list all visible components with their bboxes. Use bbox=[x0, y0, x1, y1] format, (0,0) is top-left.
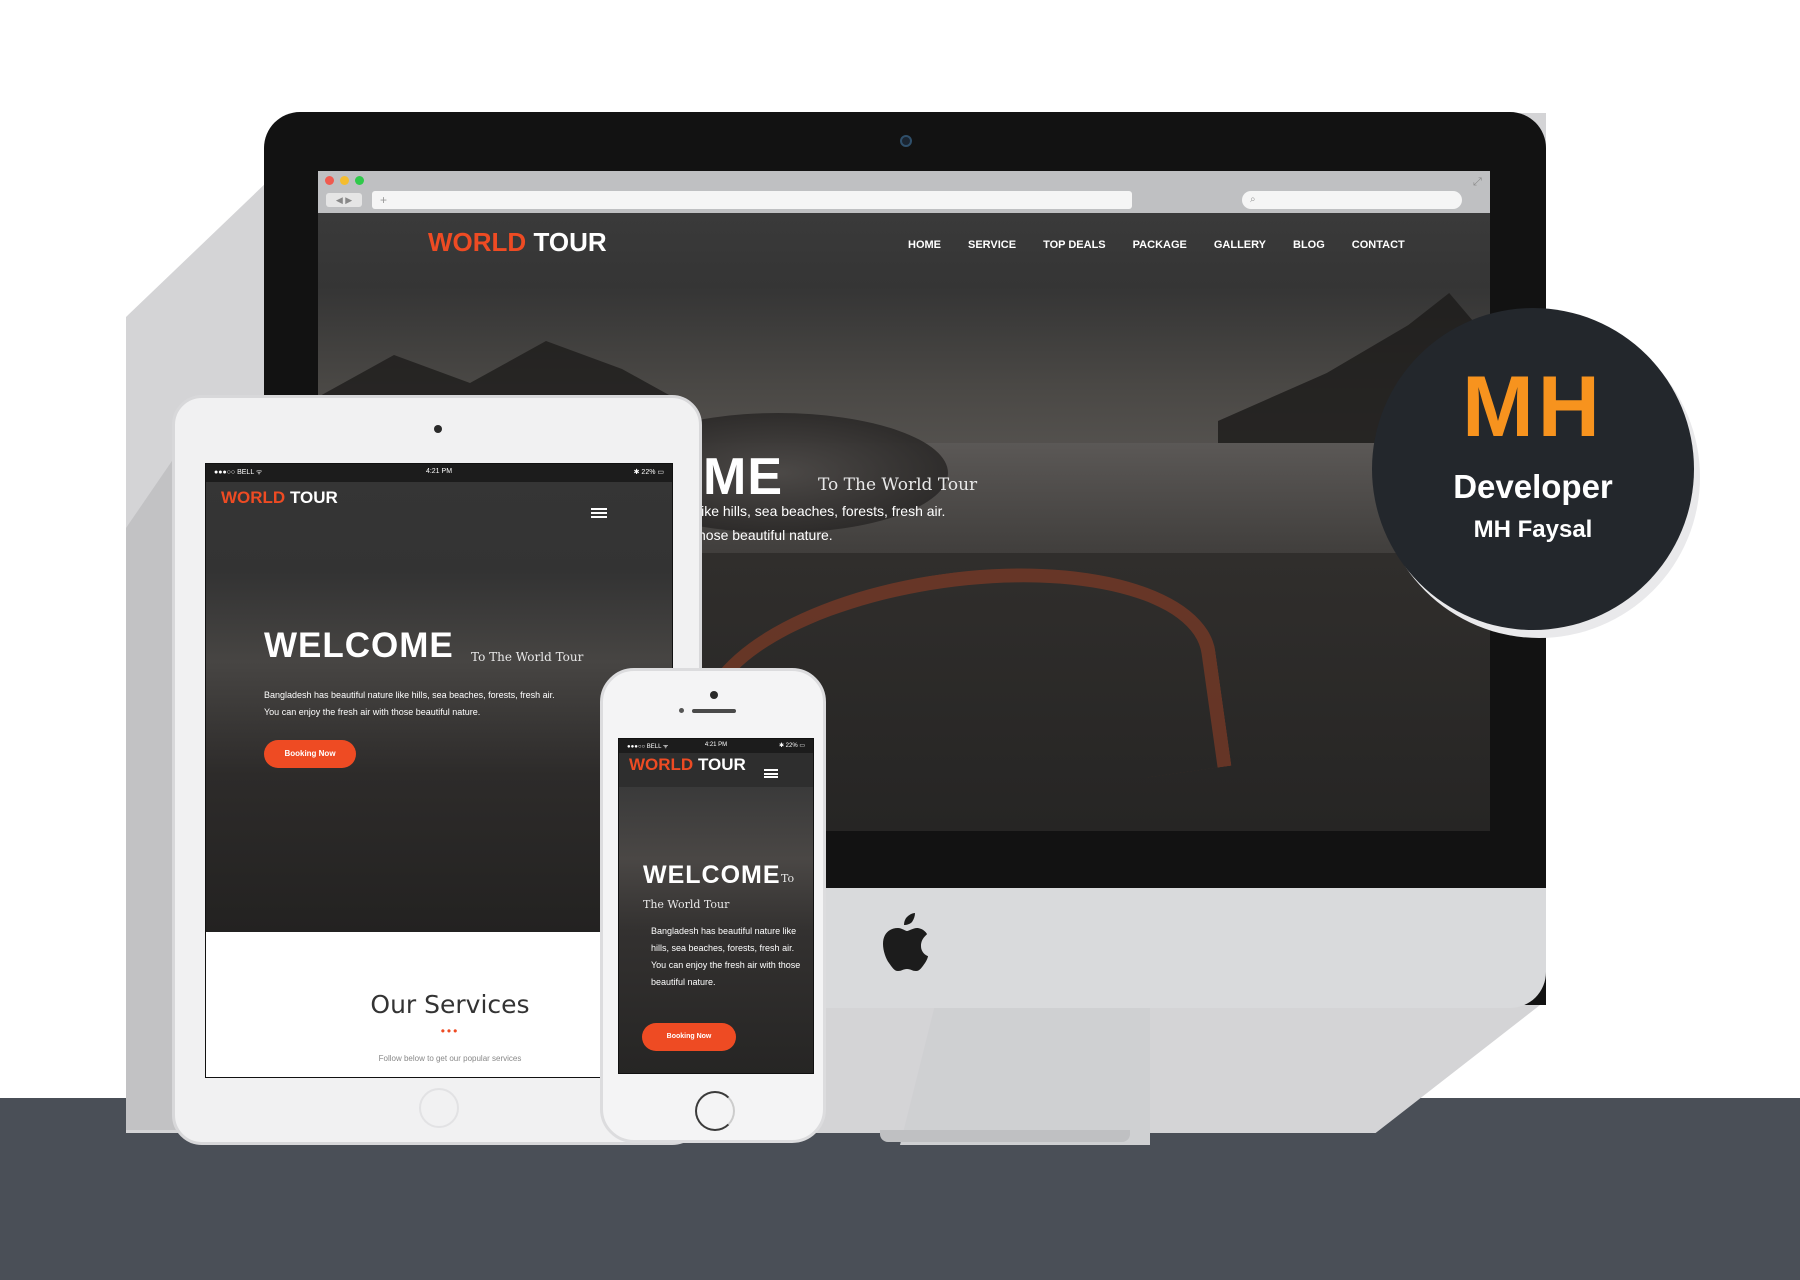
nav-contact[interactable]: CONTACT bbox=[1352, 239, 1405, 251]
address-bar[interactable]: + bbox=[372, 191, 1132, 209]
tablet-hero-line-1: Bangladesh has beautiful nature like hil… bbox=[264, 690, 555, 700]
phone-booking-now-button[interactable]: Booking Now bbox=[642, 1023, 736, 1051]
mockup-stage: ◀ ▶ + ⌕ ⤢ WORLD TOUR HOME SERVICE TOP DE… bbox=[0, 0, 1800, 1280]
back-forward-buttons[interactable]: ◀ ▶ bbox=[326, 193, 362, 207]
hero-line-1: like hills, sea beaches, forests, fresh … bbox=[698, 503, 946, 519]
phone-battery-icon: ✱ 22% ▭ bbox=[778, 743, 805, 749]
hero-line-2: hose beautiful nature. bbox=[698, 527, 833, 543]
maximize-window-button[interactable] bbox=[355, 176, 364, 185]
phone-home-button[interactable] bbox=[695, 1091, 735, 1131]
phone-hero-description: Bangladesh has beautiful nature like hil… bbox=[651, 923, 801, 991]
battery-icon: ✱ 22% ▭ bbox=[633, 469, 664, 476]
nav-top-deals[interactable]: TOP DEALS bbox=[1043, 239, 1106, 251]
tablet-home-button[interactable] bbox=[419, 1088, 459, 1128]
menu-icon[interactable] bbox=[591, 508, 607, 518]
tablet-hero-description: Bangladesh has beautiful nature like hil… bbox=[264, 687, 564, 721]
fullscreen-icon[interactable]: ⤢ bbox=[1473, 176, 1482, 189]
clock-label: 4:21 PM bbox=[425, 468, 453, 475]
main-nav: HOME SERVICE TOP DEALS PACKAGE GALLERY B… bbox=[908, 239, 1432, 251]
nav-service[interactable]: SERVICE bbox=[968, 239, 1016, 251]
camera-icon bbox=[900, 135, 912, 147]
phone-camera-icon bbox=[710, 691, 718, 699]
phone-menu-icon[interactable] bbox=[764, 769, 778, 778]
browser-search-input[interactable]: ⌕ bbox=[1242, 191, 1462, 209]
monitor-stand bbox=[900, 1005, 1150, 1145]
hero-description: like hills, sea beaches, forests, fresh … bbox=[698, 499, 1098, 547]
tablet-site-logo[interactable]: WORLD TOUR bbox=[221, 488, 338, 508]
booking-now-button[interactable]: Booking Now bbox=[264, 740, 356, 768]
apple-logo-icon bbox=[883, 913, 928, 971]
phone-site-logo[interactable]: WORLD TOUR bbox=[629, 755, 746, 775]
tablet-hero-line-2: You can enjoy the fresh air with those b… bbox=[264, 707, 481, 717]
phone-sensor-icon bbox=[679, 708, 684, 713]
phone-device: ●●●○○ BELL ᯤ 4:21 PM ✱ 22% ▭ WORLD TOUR … bbox=[600, 668, 826, 1143]
developer-badge: MH Developer MH Faysal bbox=[1372, 308, 1694, 630]
phone-screen: ●●●○○ BELL ᯤ 4:21 PM ✱ 22% ▭ WORLD TOUR … bbox=[618, 738, 814, 1074]
site-logo[interactable]: WORLD TOUR bbox=[428, 227, 607, 258]
nav-gallery[interactable]: GALLERY bbox=[1214, 239, 1266, 251]
browser-toolbar: ◀ ▶ + ⌕ ⤢ bbox=[318, 171, 1490, 213]
nav-blog[interactable]: BLOG bbox=[1293, 239, 1325, 251]
tablet-hero-heading: WELCOME bbox=[264, 626, 454, 665]
phone-hero-subheading: The World Tour bbox=[643, 898, 730, 911]
badge-initials: MH bbox=[1462, 359, 1604, 455]
nav-home[interactable]: HOME bbox=[908, 239, 941, 251]
badge-name: MH Faysal bbox=[1473, 516, 1593, 543]
close-window-button[interactable] bbox=[325, 176, 334, 185]
tablet-status-bar: ●●●○○ BELL ᯤ 4:21 PM ✱ 22% ▭ bbox=[206, 464, 672, 482]
tablet-hero-subheading: To The World Tour bbox=[471, 650, 584, 664]
nav-package[interactable]: PACKAGE bbox=[1133, 239, 1187, 251]
badge-role: Developer bbox=[1453, 468, 1613, 505]
phone-hero-line-1: Bangladesh has beautiful nature like hil… bbox=[651, 926, 797, 953]
phone-hero-to: To bbox=[781, 872, 795, 885]
hero-subheading: To The World Tour bbox=[818, 475, 978, 495]
minimize-window-button[interactable] bbox=[340, 176, 349, 185]
phone-status-bar: ●●●○○ BELL ᯤ 4:21 PM ✱ 22% ▭ bbox=[619, 739, 813, 753]
monitor-stand-base bbox=[880, 1130, 1130, 1142]
phone-speaker bbox=[692, 709, 736, 713]
tablet-camera-icon bbox=[434, 425, 442, 433]
phone-hero-line-2: You can enjoy the fresh air with those b… bbox=[651, 960, 801, 987]
hero-heading: ME bbox=[703, 448, 783, 506]
phone-hero-heading: WELCOME bbox=[643, 861, 781, 889]
